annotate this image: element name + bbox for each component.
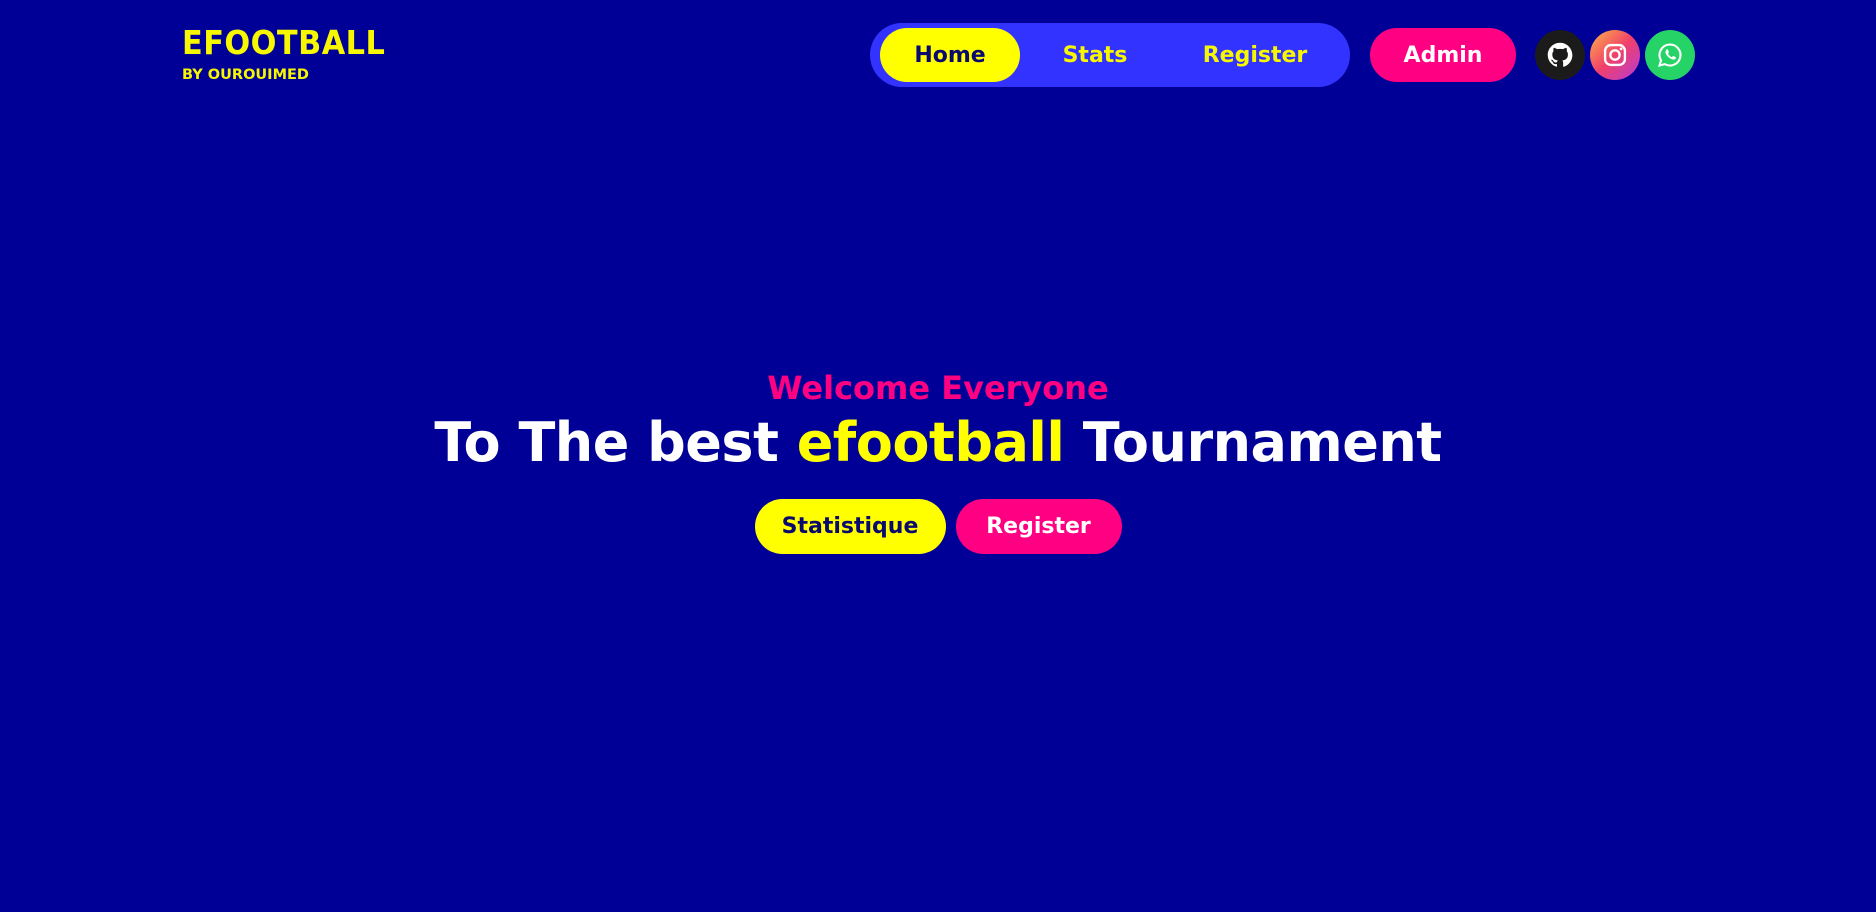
logo[interactable]: EFOOTBALL BY OUROUIMED: [182, 26, 403, 83]
nav-register[interactable]: Register: [1180, 28, 1330, 82]
nav-stats[interactable]: Stats: [1040, 28, 1150, 82]
logo-title: EFOOTBALL: [182, 23, 386, 62]
admin-button[interactable]: Admin: [1370, 28, 1516, 82]
hero-title: To The best efootball Tournament: [0, 416, 1876, 470]
logo-subtitle: BY OUROUIMED: [182, 67, 309, 83]
hero-welcome: Welcome Everyone: [767, 369, 1109, 407]
main-nav: Home Stats Register: [870, 23, 1350, 87]
whatsapp-icon: [1657, 43, 1682, 67]
whatsapp-link[interactable]: [1645, 30, 1695, 80]
register-button[interactable]: Register: [955, 499, 1122, 554]
hero-title-start: To The best: [434, 411, 797, 474]
github-icon: [1547, 42, 1573, 67]
github-link[interactable]: [1535, 30, 1585, 80]
page: EFOOTBALL BY OUROUIMED Home Stats Regist…: [0, 0, 1876, 912]
instagram-link[interactable]: [1590, 30, 1640, 80]
instagram-icon: [1603, 43, 1627, 67]
nav-home[interactable]: Home: [880, 28, 1020, 82]
hero-title-end: Tournament: [1064, 411, 1442, 474]
hero-section: Welcome Everyone To The best efootball T…: [0, 369, 1876, 554]
hero-buttons: Statistique Register: [0, 499, 1876, 554]
hero-title-accent: efootball: [796, 411, 1065, 474]
statistique-button[interactable]: Statistique: [754, 499, 946, 554]
